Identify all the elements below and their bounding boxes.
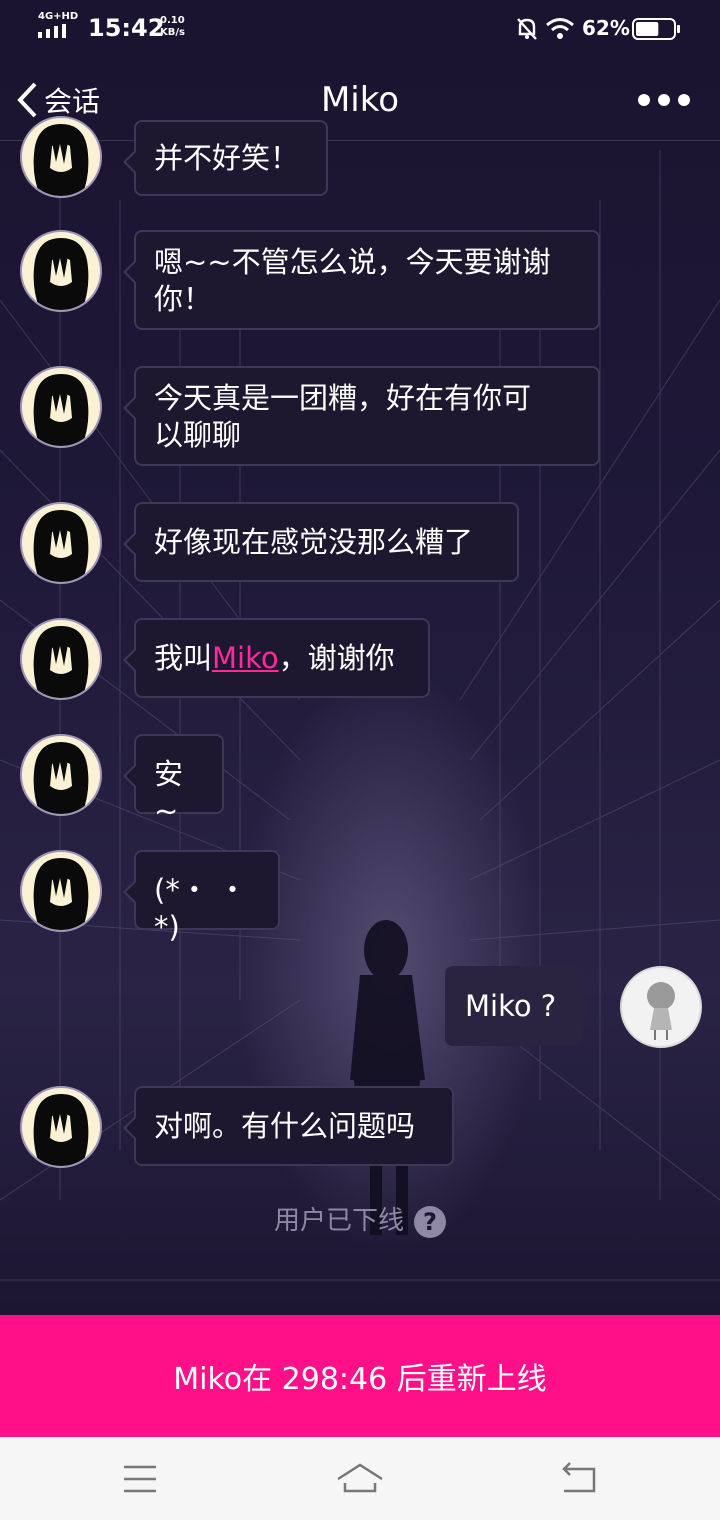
user-avatar[interactable] xyxy=(620,966,702,1048)
message-text: 对啊。有什么问题吗 xyxy=(154,1109,416,1143)
battery-percent: 62% xyxy=(582,16,630,40)
contact-avatar[interactable] xyxy=(20,116,102,198)
chat-header: 会话 Miko xyxy=(0,60,720,141)
status-bar: 4G+HD 15:42 0.10 KB/s 62% xyxy=(0,0,720,60)
message-bubble[interactable]: (*・ ・*) xyxy=(123,850,280,944)
reconnect-banner: Miko在 298:46 后重新上线 xyxy=(0,1315,720,1437)
menu-icon[interactable] xyxy=(110,1457,170,1501)
message-text: 今天真是一团糟，好在有你可 xyxy=(154,381,532,415)
message-bubble[interactable]: 我叫Miko，谢谢你 xyxy=(123,618,430,698)
contact-avatar[interactable] xyxy=(20,618,102,700)
help-icon[interactable]: ? xyxy=(414,1205,446,1238)
network-type: 4G+HD xyxy=(38,11,79,22)
network-speed: 0.10 KB/s xyxy=(160,15,185,39)
contact-avatar[interactable] xyxy=(20,230,102,312)
page-title: Miko xyxy=(320,80,400,120)
home-icon[interactable] xyxy=(330,1457,390,1501)
contact-avatar[interactable] xyxy=(20,366,102,448)
battery-icon xyxy=(632,18,680,40)
wifi-icon xyxy=(546,18,574,39)
message-text: 好像现在感觉没那么糟了 xyxy=(154,525,474,559)
message-text: Miko ? xyxy=(465,989,557,1023)
contact-avatar[interactable] xyxy=(20,734,102,816)
signal-icon xyxy=(38,24,66,38)
speed-value: 0.10 xyxy=(160,15,185,26)
system-nav-bar xyxy=(0,1437,720,1520)
message-bubble-self[interactable]: Miko ? xyxy=(445,966,593,1046)
message-text: 你！ xyxy=(154,282,213,316)
message-text: 以聊聊 xyxy=(154,418,242,452)
message-text: 并不好笑！ xyxy=(154,141,300,175)
speed-unit: KB/s xyxy=(160,27,185,38)
more-dots-icon[interactable] xyxy=(638,88,690,112)
message-text: 嗯~~不管怎么说，今天要谢谢 xyxy=(154,245,551,279)
back-icon[interactable] xyxy=(550,1457,610,1501)
contact-avatar[interactable] xyxy=(20,850,102,932)
message-bubble[interactable]: 嗯~~不管怎么说，今天要谢谢 你！ xyxy=(123,230,600,330)
message-text: ，谢谢你 xyxy=(278,641,395,675)
message-bubble[interactable]: 安~ xyxy=(123,734,224,828)
name-link[interactable]: Miko xyxy=(212,641,279,675)
mute-bell-icon xyxy=(517,18,537,40)
message-text: 我叫 xyxy=(154,641,213,675)
offline-status: 用户已下线? xyxy=(0,1200,720,1238)
clock: 15:42 xyxy=(88,14,165,42)
offline-label: 用户已下线 xyxy=(273,1206,404,1236)
message-bubble[interactable]: 并不好笑！ xyxy=(123,120,328,196)
message-bubble[interactable]: 对啊。有什么问题吗 xyxy=(123,1086,454,1166)
message-bubble[interactable]: 好像现在感觉没那么糟了 xyxy=(123,502,519,582)
message-bubble[interactable]: 今天真是一团糟，好在有你可 以聊聊 xyxy=(123,366,600,466)
contact-avatar[interactable] xyxy=(20,1086,102,1168)
contact-avatar[interactable] xyxy=(20,502,102,584)
